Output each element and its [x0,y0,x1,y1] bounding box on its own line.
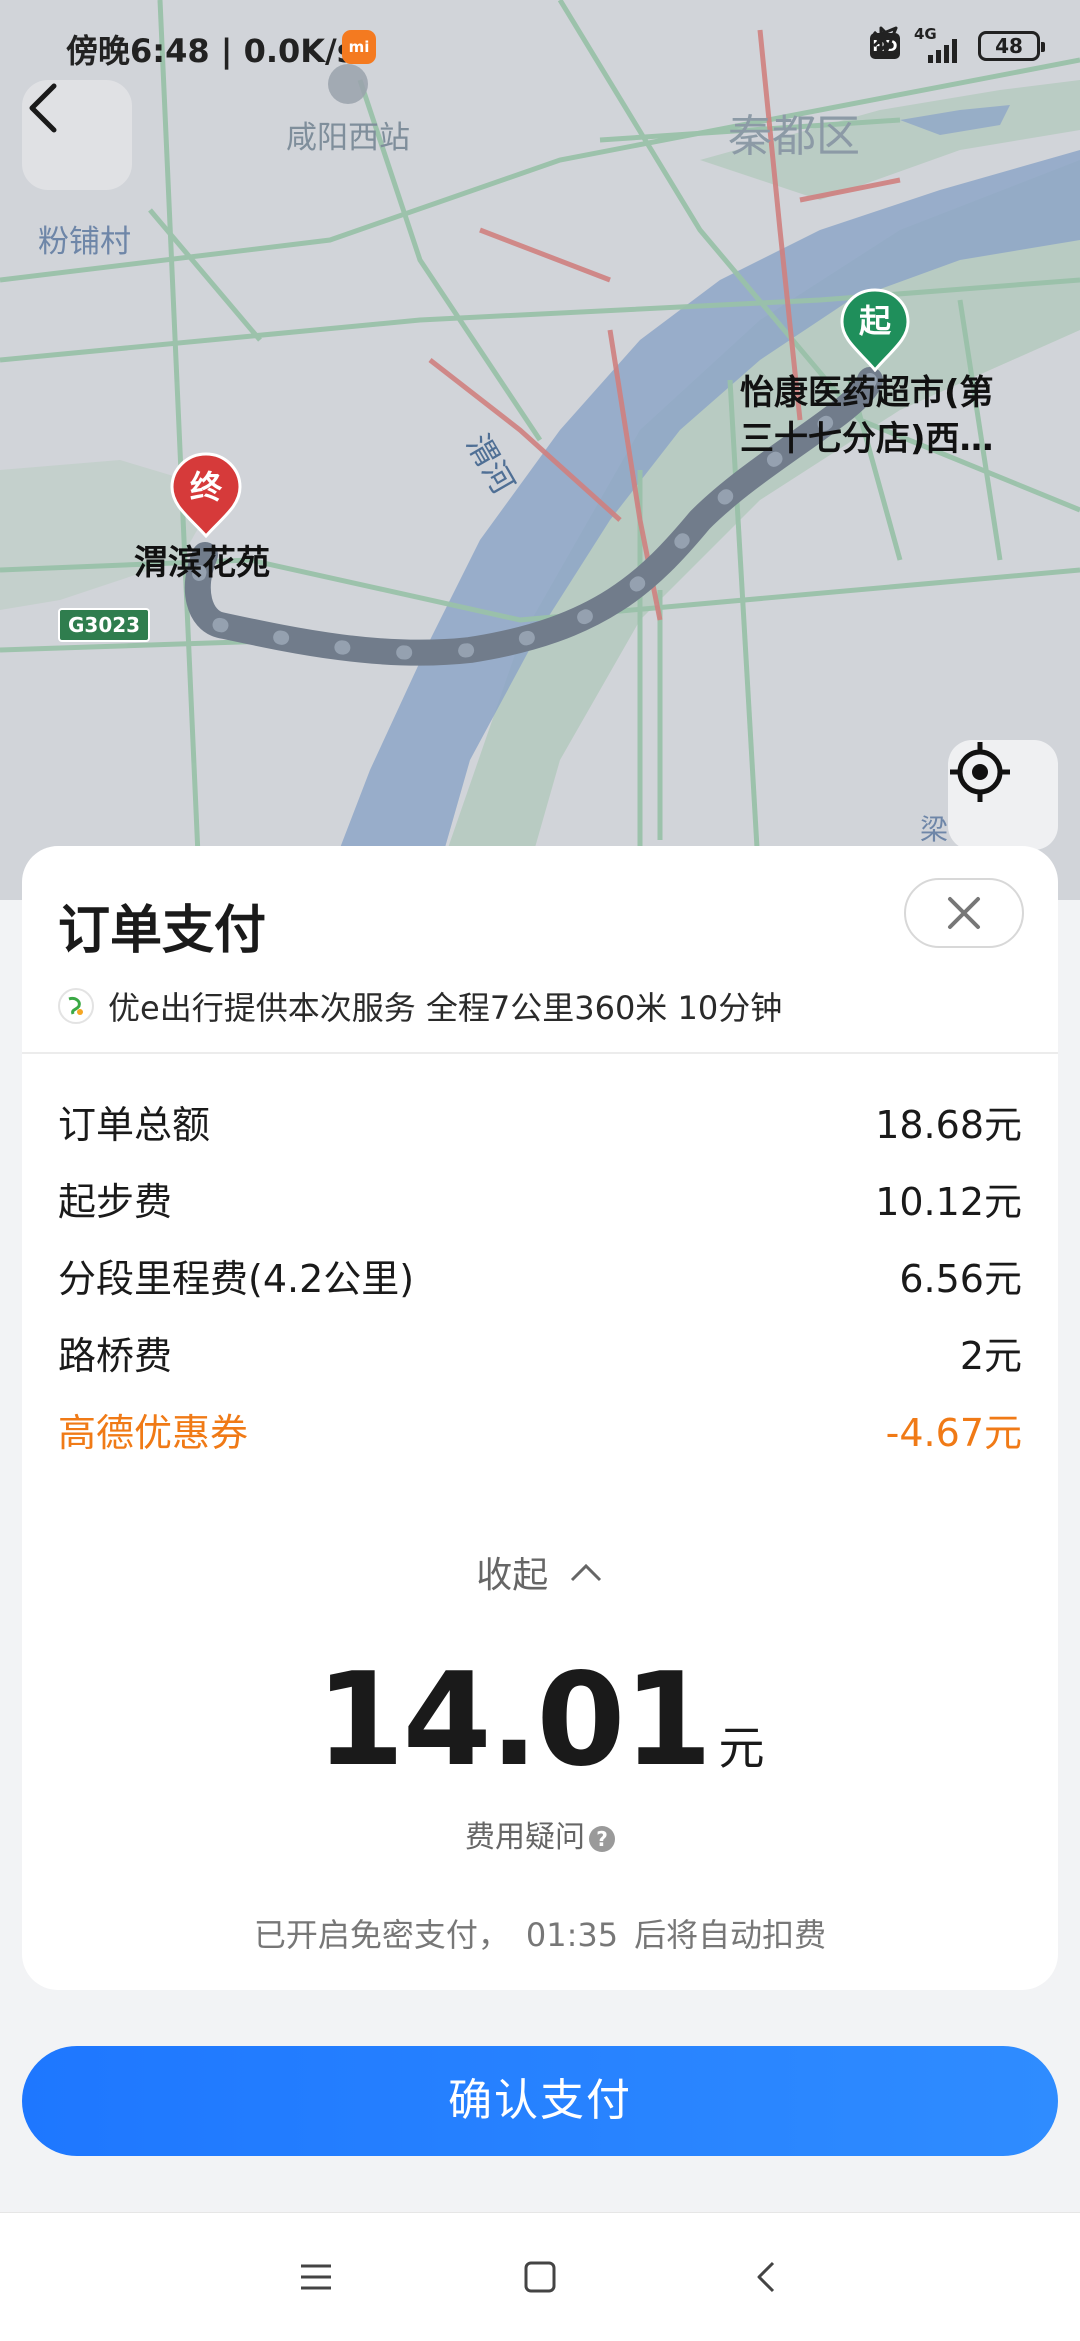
map-label-edge: 梁 [920,813,949,846]
autopay-prefix: 已开启免密支付， [253,1916,510,1954]
end-marker-label: 终 [189,468,222,506]
fee-label: 订单总额 [58,1103,211,1147]
fee-row-toll: 路桥费 2元 [58,1325,1022,1385]
fee-label: 起步费 [58,1180,173,1224]
question-mark-icon: ? [589,1825,615,1852]
fee-question-label: 费用疑问 [465,1820,585,1855]
signal-icon: 4G [914,25,964,63]
fee-value: 10.12元 [875,1180,1022,1224]
fee-question-link[interactable]: 费用疑问? [22,1812,1058,1856]
total-amount-unit: 元 [718,1721,765,1775]
fee-value: 18.68元 [875,1103,1022,1147]
fee-value: 6.56元 [899,1257,1022,1301]
mi-app-icon: mi [342,30,376,64]
back-nav-button[interactable] [742,2253,790,2301]
chevron-left-icon [29,83,57,133]
service-provider-logo-icon [58,988,94,1024]
fee-label: 路桥费 [58,1334,173,1378]
chevron-up-icon [570,1563,601,1582]
fee-value: 2元 [959,1334,1022,1378]
home-square-icon [524,2261,556,2293]
coupon-label: 高德优惠券 [58,1411,249,1455]
autopay-notice: 已开启免密支付， 01:35 后将自动扣费 [22,1910,1058,1956]
service-text: 优e出行提供本次服务 全程7公里360米 10分钟 [108,989,783,1027]
start-location-name: 怡康医药超市(第 三十七分店)西… [740,370,994,462]
end-location-name: 渭滨花苑 [134,543,270,583]
coupon-value: -4.67元 [885,1411,1022,1455]
system-nav-bar [0,2212,1080,2341]
back-button[interactable] [22,80,132,190]
status-bar: 傍晚6:48 | 0.0K/s mi HD 4G 48 [0,0,1080,100]
fee-row-total: 订单总额 18.68元 [58,1094,1022,1154]
close-button[interactable] [904,878,1024,948]
panel-title: 订单支付 [58,901,267,961]
map-view[interactable]: 傍晚6:48 | 0.0K/s mi HD 4G 48 咸阳西站 秦都区 粉铺村… [0,0,1080,900]
autopay-countdown: 01:35 [525,1916,619,1954]
status-time: 傍晚6:48 | 0.0K/s [66,32,356,70]
menu-nav-button[interactable] [292,2253,340,2301]
locate-button[interactable] [948,740,1058,850]
divider [22,1052,1058,1054]
crosshair-icon [950,742,1010,802]
start-name-line2: 三十七分店)西… [740,419,994,459]
fee-label: 分段里程费(4.2公里) [58,1257,415,1301]
menu-icon [301,2264,331,2290]
battery-indicator: 48 [978,31,1045,61]
order-payment-panel: 订单支付 优e出行提供本次服务 全程7公里360米 10分钟 订单总额 18.6… [22,846,1058,1990]
total-amount-value: 14.01 [315,1646,713,1795]
start-marker-label: 起 [858,302,891,340]
close-icon [948,897,980,929]
station-icon [328,64,368,104]
confirm-pay-button[interactable]: 确认支付 [22,2046,1058,2156]
total-amount: 14.01 元 [22,1646,1058,1795]
bluetooth-icon [872,26,889,52]
home-nav-button[interactable] [516,2253,564,2301]
collapse-toggle[interactable]: 收起 [22,1546,1058,1598]
map-road-badge: G3023 [58,608,151,642]
status-icons: HD 4G 48 [870,24,1045,68]
service-info: 优e出行提供本次服务 全程7公里360米 10分钟 [58,976,782,1036]
collapse-label: 收起 [476,1555,549,1596]
map-label-station: 咸阳西站 [286,120,410,156]
map-label-district: 秦都区 [728,111,860,162]
fee-row-mileage: 分段里程费(4.2公里) 6.56元 [58,1248,1022,1308]
start-name-line1: 怡康医药超市(第 [740,373,994,413]
fee-row-coupon[interactable]: 高德优惠券 -4.67元 [58,1402,1022,1462]
back-triangle-icon [757,2261,775,2293]
autopay-suffix: 后将自动扣费 [634,1916,827,1954]
fee-row-base: 起步费 10.12元 [58,1171,1022,1231]
map-label-village: 粉铺村 [38,224,131,260]
